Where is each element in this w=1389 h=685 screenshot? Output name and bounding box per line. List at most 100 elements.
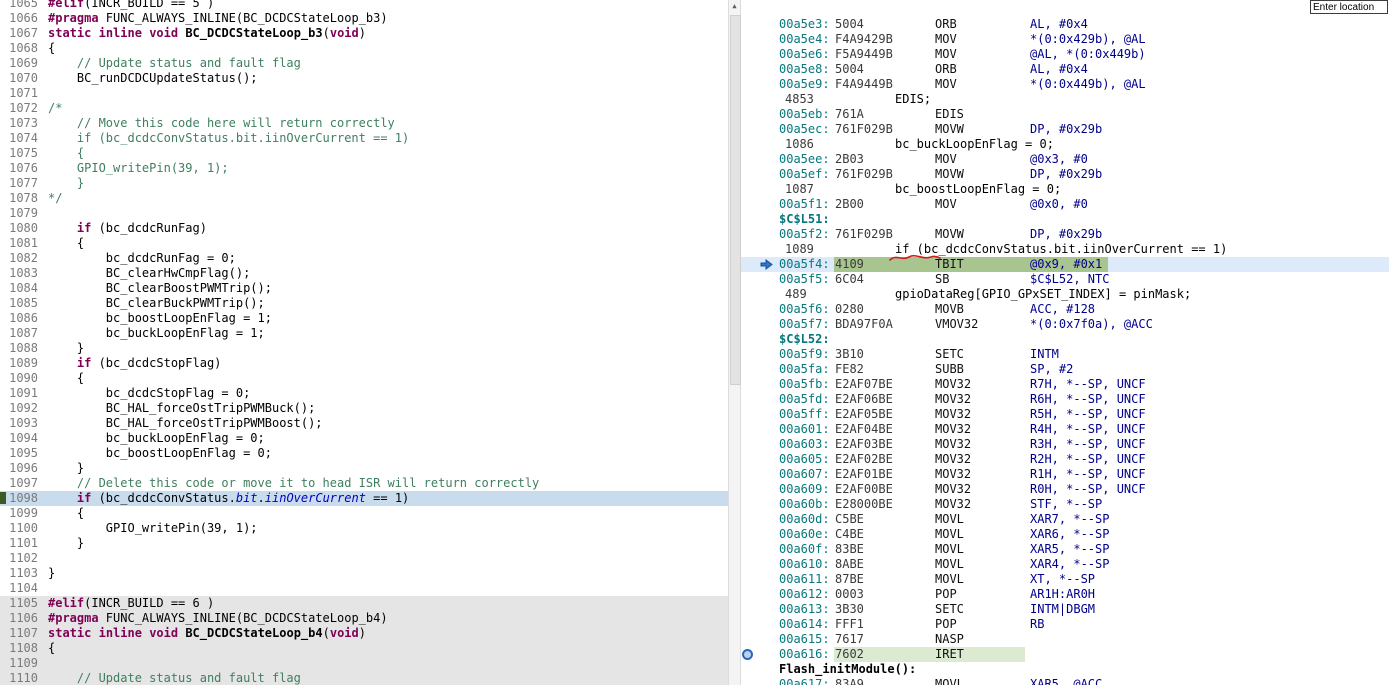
code-line-1072[interactable]: 1072 /* bbox=[0, 101, 728, 116]
line-number[interactable]: 1079 bbox=[0, 206, 38, 221]
code-line-1095[interactable]: 1095 bc_boostLoopEnFlag = 0; bbox=[0, 446, 728, 461]
code-line-1103[interactable]: 1103} bbox=[0, 566, 728, 581]
disasm-row-00a613[interactable]: 00a613: 3B30 SETC INTM|DBGM bbox=[741, 602, 1389, 617]
line-number[interactable]: 1078 bbox=[0, 191, 38, 206]
line-number[interactable]: 1083 bbox=[0, 266, 38, 281]
code-line-1092[interactable]: 1092 BC_HAL_forceOstTripPWMBuck(); bbox=[0, 401, 728, 416]
code-line-1093[interactable]: 1093 BC_HAL_forceOstTripPWMBoost(); bbox=[0, 416, 728, 431]
code-line-1110[interactable]: 1110 // Update status and fault flag bbox=[0, 671, 728, 685]
code-line-1108[interactable]: 1108 { bbox=[0, 641, 728, 656]
line-number[interactable]: 1109 bbox=[0, 656, 38, 671]
code-line-1079[interactable]: 1079 bbox=[0, 206, 728, 221]
code-line-1076[interactable]: 1076 GPIO_writePin(39, 1); bbox=[0, 161, 728, 176]
line-number[interactable]: 1093 bbox=[0, 416, 38, 431]
code-line-1067[interactable]: 1067 static inline void BC_DCDCStateLoop_… bbox=[0, 26, 728, 41]
code-line-1070[interactable]: 1070 BC_runDCDCUpdateStatus(); bbox=[0, 71, 728, 86]
line-number[interactable]: 1091 bbox=[0, 386, 38, 401]
interleaved-source-row[interactable]: 4853 EDIS; bbox=[741, 92, 1389, 107]
line-number[interactable]: 1072 bbox=[0, 101, 38, 116]
line-number[interactable]: 1068 bbox=[0, 41, 38, 56]
code-line-1090[interactable]: 1090 { bbox=[0, 371, 728, 386]
disasm-row-00a5ff[interactable]: 00a5ff: E2AF05BE MOV32 R5H, *--SP, UNCF bbox=[741, 407, 1389, 422]
disasm-row-00a617[interactable]: 00a617: 83A9 MOVL XAR5, @ACC bbox=[741, 677, 1389, 685]
line-number[interactable]: 1085 bbox=[0, 296, 38, 311]
line-number[interactable]: 1069 bbox=[0, 56, 38, 71]
local-label-row[interactable]: $C$L51: bbox=[741, 212, 1389, 227]
code-line-1084[interactable]: 1084 BC_clearBoostPWMTrip(); bbox=[0, 281, 728, 296]
line-number[interactable]: 1097 bbox=[0, 476, 38, 491]
enter-location-input[interactable] bbox=[1310, 0, 1388, 14]
editor-scrollbar[interactable]: ▲ bbox=[728, 0, 741, 685]
pc-circle-icon[interactable] bbox=[742, 649, 753, 660]
disasm-row-00a5ee[interactable]: 00a5ee: 2B03 MOV @0x3, #0 bbox=[741, 152, 1389, 167]
line-number[interactable]: 1067 bbox=[0, 26, 38, 41]
line-number[interactable]: 1100 bbox=[0, 521, 38, 536]
line-number[interactable]: 1089 bbox=[0, 356, 38, 371]
disasm-row-00a60f[interactable]: 00a60f: 83BE MOVL XAR5, *--SP bbox=[741, 542, 1389, 557]
line-number[interactable]: 1099 bbox=[0, 506, 38, 521]
disasm-row-00a60b[interactable]: 00a60b: E28000BE MOV32 STF, *--SP bbox=[741, 497, 1389, 512]
disasm-row-00a5eb[interactable]: 00a5eb: 761A EDIS bbox=[741, 107, 1389, 122]
code-line-1065[interactable]: 1065 #elif(INCR_BUILD == 5 ) bbox=[0, 0, 728, 11]
local-label-row[interactable]: $C$L52: bbox=[741, 332, 1389, 347]
disasm-row-00a5fa[interactable]: 00a5fa: FE82 SUBB SP, #2 bbox=[741, 362, 1389, 377]
disasm-row-00a603[interactable]: 00a603: E2AF03BE MOV32 R3H, *--SP, UNCF bbox=[741, 437, 1389, 452]
line-number[interactable]: 1105 bbox=[0, 596, 38, 611]
disasm-row-00a5f7[interactable]: 00a5f7: BDA97F0A VMOV32 *(0:0x7f0a), @ACC bbox=[741, 317, 1389, 332]
disasm-row-00a5f4[interactable]: 00a5f4: 4109 TBIT @0x9, #0x1 bbox=[741, 257, 1389, 272]
disasm-row-00a5e4[interactable]: 00a5e4: F4A9429B MOV *(0:0x429b), @AL bbox=[741, 32, 1389, 47]
code-line-1109[interactable]: 1109 bbox=[0, 656, 728, 671]
line-number[interactable]: 1106 bbox=[0, 611, 38, 626]
interleaved-source-row[interactable]: 1089 if (bc_dcdcConvStatus.bit.iinOverCur… bbox=[741, 242, 1389, 257]
line-number[interactable]: 1088 bbox=[0, 341, 38, 356]
disasm-row-00a5f6[interactable]: 00a5f6: 0280 MOVB ACC, #128 bbox=[741, 302, 1389, 317]
disasm-row-00a5e3[interactable]: 00a5e3: 5004 ORB AL, #0x4 bbox=[741, 17, 1389, 32]
disasm-row-00a615[interactable]: 00a615: 7617 NASP bbox=[741, 632, 1389, 647]
code-line-1080[interactable]: 1080 if (bc_dcdcRunFag) bbox=[0, 221, 728, 236]
line-number[interactable]: 1071 bbox=[0, 86, 38, 101]
line-number[interactable]: 1070 bbox=[0, 71, 38, 86]
line-number[interactable]: 1096 bbox=[0, 461, 38, 476]
disasm-row-00a5fd[interactable]: 00a5fd: E2AF06BE MOV32 R6H, *--SP, UNCF bbox=[741, 392, 1389, 407]
interleaved-source-row[interactable]: 1086 bc_buckLoopEnFlag = 0; bbox=[741, 137, 1389, 152]
line-number[interactable]: 1090 bbox=[0, 371, 38, 386]
disasm-row-00a614[interactable]: 00a614: FFF1 POP RB bbox=[741, 617, 1389, 632]
scrollbar-thumb[interactable] bbox=[730, 15, 741, 385]
line-number[interactable]: 1073 bbox=[0, 116, 38, 131]
code-line-1088[interactable]: 1088 } bbox=[0, 341, 728, 356]
code-line-1097[interactable]: 1097 // Delete this code or move it to h… bbox=[0, 476, 728, 491]
code-line-1099[interactable]: 1099 { bbox=[0, 506, 728, 521]
code-line-1105[interactable]: 1105 #elif(INCR_BUILD == 6 ) bbox=[0, 596, 728, 611]
disasm-row-00a611[interactable]: 00a611: 87BE MOVL XT, *--SP bbox=[741, 572, 1389, 587]
line-number[interactable]: 1095 bbox=[0, 446, 38, 461]
code-line-1096[interactable]: 1096 } bbox=[0, 461, 728, 476]
line-number[interactable]: 1066 bbox=[0, 11, 38, 26]
line-number[interactable]: 1084 bbox=[0, 281, 38, 296]
disasm-row-00a60e[interactable]: 00a60e: C4BE MOVL XAR6, *--SP bbox=[741, 527, 1389, 542]
code-line-1066[interactable]: 1066 #pragma FUNC_ALWAYS_INLINE(BC_DCDCSt… bbox=[0, 11, 728, 26]
code-line-1094[interactable]: 1094 bc_buckLoopEnFlag = 0; bbox=[0, 431, 728, 446]
disasm-row-00a612[interactable]: 00a612: 0003 POP AR1H:AR0H bbox=[741, 587, 1389, 602]
code-line-1077[interactable]: 1077 } bbox=[0, 176, 728, 191]
code-line-1104[interactable]: 1104 bbox=[0, 581, 728, 596]
code-line-1106[interactable]: 1106 #pragma FUNC_ALWAYS_INLINE(BC_DCDCSt… bbox=[0, 611, 728, 626]
code-line-1085[interactable]: 1085 BC_clearBuckPWMTrip(); bbox=[0, 296, 728, 311]
disasm-row-00a609[interactable]: 00a609: E2AF00BE MOV32 R0H, *--SP, UNCF bbox=[741, 482, 1389, 497]
line-number[interactable]: 1107 bbox=[0, 626, 38, 641]
function-label-row[interactable]: Flash_initModule(): bbox=[741, 662, 1389, 677]
disasm-row-00a607[interactable]: 00a607: E2AF01BE MOV32 R1H, *--SP, UNCF bbox=[741, 467, 1389, 482]
line-number[interactable]: 1075 bbox=[0, 146, 38, 161]
interleaved-source-row[interactable]: 1087 bc_boostLoopEnFlag = 0; bbox=[741, 182, 1389, 197]
line-number[interactable]: 1103 bbox=[0, 566, 38, 581]
line-number[interactable]: 1101 bbox=[0, 536, 38, 551]
line-number[interactable]: 1110 bbox=[0, 671, 38, 685]
line-number[interactable]: 1080 bbox=[0, 221, 38, 236]
disasm-row-00a616[interactable]: 00a616: 7602 IRET bbox=[741, 647, 1389, 662]
code-line-1068[interactable]: 1068 { bbox=[0, 41, 728, 56]
code-line-1101[interactable]: 1101 } bbox=[0, 536, 728, 551]
disasm-row-00a5e8[interactable]: 00a5e8: 5004 ORB AL, #0x4 bbox=[741, 62, 1389, 77]
line-number[interactable]: 1108 bbox=[0, 641, 38, 656]
line-number[interactable]: 1094 bbox=[0, 431, 38, 446]
code-line-1078[interactable]: 1078 */ bbox=[0, 191, 728, 206]
line-number[interactable]: 1065 bbox=[0, 0, 38, 11]
